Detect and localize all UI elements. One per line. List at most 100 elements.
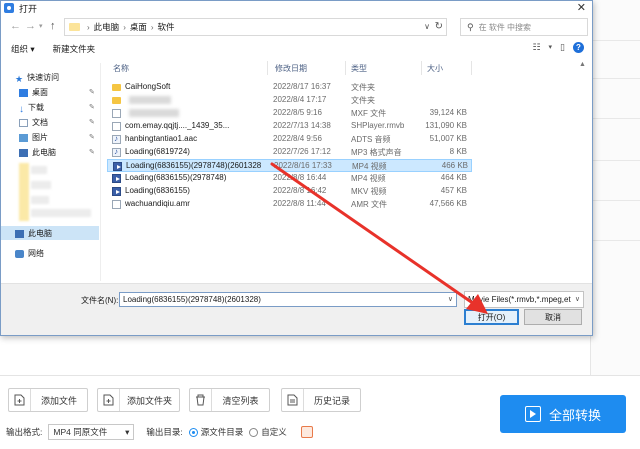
file-row[interactable]: Loading(6819724) 2022/7/26 17:12 MP3 格式声… <box>107 146 472 159</box>
search-input[interactable]: ⚲ 在 软件 中搜索 <box>460 18 588 36</box>
desktop-icon <box>19 88 28 97</box>
recent-dropdown-icon[interactable]: ▾ <box>39 22 43 30</box>
clear-list-button[interactable]: 清空列表 <box>189 388 270 412</box>
file-size: 466 KB <box>441 161 468 170</box>
file-row-selected[interactable]: Loading(6836155)(2978748)(2601328) 2022/… <box>107 159 472 172</box>
organize-menu[interactable]: 组织 ▾ <box>11 43 35 55</box>
computer-icon <box>15 229 24 238</box>
file-size: 39,124 KB <box>429 108 467 117</box>
nav-desktop[interactable]: 桌面 <box>19 86 48 99</box>
nav-pictures[interactable]: 图片 <box>19 131 48 144</box>
back-arrow-icon[interactable]: ← <box>10 20 21 32</box>
nav-downloads[interactable]: ↓ 下载 <box>19 101 44 115</box>
file-row[interactable]: 2022/8/5 9:16 MXF 文件 39,124 KB <box>107 107 472 120</box>
app-side-panel <box>590 0 640 380</box>
file-list-scrollbar[interactable]: ▲ <box>577 61 589 281</box>
column-header-name[interactable]: 名称 <box>113 63 129 74</box>
file-type: 文件夹 <box>351 96 375 105</box>
nav-documents-label: 文档 <box>32 118 48 127</box>
file-name: Loading(6836155) <box>125 186 190 195</box>
add-file-button[interactable]: 添加文件 <box>8 388 88 412</box>
output-format-value: MP4 同原文件 <box>53 427 108 437</box>
column-divider[interactable] <box>471 61 472 75</box>
file-row[interactable]: Loading(6836155)(2978748) 2022/8/8 16:44… <box>107 172 472 185</box>
breadcrumb-separator: › <box>150 22 154 32</box>
column-header-type[interactable]: 类型 <box>351 63 367 74</box>
scroll-up-icon[interactable]: ▲ <box>579 61 586 68</box>
chevron-down-icon[interactable]: ∨ <box>448 295 453 303</box>
open-button[interactable]: 打开(O) <box>464 309 519 325</box>
navigation-pane: ★ 快速访问 桌面 ✎ ↓ 下载 ✎ 文档 ✎ 图片 ✎ 此电脑 ✎ 此电脑 网… <box>1 63 101 281</box>
output-format-select[interactable]: MP4 同原文件 ▾ <box>48 424 135 440</box>
pictures-icon <box>19 133 28 142</box>
nav-quick-access-label: 快速访问 <box>27 73 60 82</box>
nav-this-pc[interactable]: 此电脑 <box>15 227 52 240</box>
preview-pane-icon[interactable]: ▯ <box>560 42 565 53</box>
chevron-down-icon: ∨ <box>572 295 580 303</box>
breadcrumb-this-pc[interactable]: 此电脑 <box>94 21 120 33</box>
nav-this-pc-label: 此电脑 <box>28 229 52 238</box>
audio-file-icon <box>112 134 121 144</box>
file-size: 457 KB <box>440 186 467 195</box>
convert-all-button[interactable]: 全部转换 <box>500 395 626 433</box>
new-folder-button[interactable]: 新建文件夹 <box>53 43 96 55</box>
refresh-icon[interactable]: ↻ <box>435 21 443 32</box>
nav-pictures-label: 图片 <box>32 133 48 142</box>
file-date: 2022/8/16 17:33 <box>274 161 332 170</box>
nav-quick-access[interactable]: ★ 快速访问 <box>15 71 59 84</box>
breadcrumb-software[interactable]: 软件 <box>158 21 175 33</box>
history-button[interactable]: 历史记录 <box>281 388 361 412</box>
cancel-button[interactable]: 取消 <box>524 309 582 325</box>
output-dir-custom-label: 自定义 <box>261 427 287 437</box>
folder-icon <box>112 97 121 104</box>
file-date: 2022/7/13 14:38 <box>273 121 331 130</box>
file-date: 2022/8/4 9:56 <box>273 134 322 143</box>
file-row[interactable]: com.emay.qqjtj...._1439_35... 2022/7/13 … <box>107 120 472 133</box>
file-date: 2022/8/5 9:16 <box>273 108 322 117</box>
column-divider[interactable] <box>421 61 422 75</box>
file-row[interactable]: 2022/8/4 17:17 文件夹 <box>107 94 472 107</box>
breadcrumb-desktop[interactable]: 桌面 <box>130 21 147 33</box>
filename-input[interactable]: Loading(6836155)(2978748)(2601328) ∨ <box>119 292 457 307</box>
open-file-dialog: 打开 ✕ ← → ▾ ↑ › 此电脑 › 桌面 › 软件 ∨ ↻ ⚲ 在 软件 … <box>0 0 593 336</box>
output-settings: 输出格式: MP4 同原文件 ▾ 输出目录: 源文件目录 自定义 <box>6 424 313 440</box>
file-type: MP3 格式声音 <box>351 148 402 157</box>
trash-icon <box>190 389 212 411</box>
chevron-down-icon[interactable]: ▾ <box>549 43 553 53</box>
blurred-label <box>31 166 47 174</box>
output-dir-label: 输出目录: <box>146 427 183 437</box>
nav-network[interactable]: 网络 <box>15 247 44 260</box>
close-icon[interactable]: ✕ <box>577 1 586 14</box>
file-size: 8 KB <box>449 147 467 156</box>
help-icon[interactable]: ? <box>573 42 584 53</box>
view-options-icon[interactable]: ☷ <box>532 42 540 53</box>
output-dir-source-option[interactable]: 源文件目录 <box>188 426 243 438</box>
chevron-down-icon[interactable]: ∨ <box>424 22 430 31</box>
pin-icon: ✎ <box>89 149 95 156</box>
file-type: 文件夹 <box>351 83 375 92</box>
nav-this-pc-quick-label: 此电脑 <box>32 148 56 157</box>
file-list: 名称 修改日期 类型 大小 CaiHongSoft 2022/8/17 16:3… <box>105 59 590 281</box>
documents-icon <box>19 118 28 127</box>
up-arrow-icon[interactable]: ↑ <box>50 20 56 32</box>
column-divider[interactable] <box>267 61 268 75</box>
file-row[interactable]: wachuandiqiu.amr 2022/8/8 11:44 AMR 文件 4… <box>107 198 472 211</box>
file-row[interactable]: hanbingtantiao1.aac 2022/8/4 9:56 ADTS 音… <box>107 133 472 146</box>
forward-arrow-icon[interactable]: → <box>25 20 36 32</box>
column-header-size[interactable]: 大小 <box>427 63 443 74</box>
column-header-date[interactable]: 修改日期 <box>275 63 307 74</box>
file-name: Loading(6836155)(2978748) <box>125 173 227 182</box>
nav-documents[interactable]: 文档 <box>19 116 48 129</box>
search-icon: ⚲ <box>467 21 474 32</box>
open-folder-icon[interactable] <box>300 426 313 438</box>
file-row[interactable]: Loading(6836155) 2022/8/8 16:42 MKV 视频 4… <box>107 185 472 198</box>
address-bar[interactable]: › 此电脑 › 桌面 › 软件 ∨ ↻ <box>64 18 447 36</box>
output-dir-custom-option[interactable]: 自定义 <box>249 426 287 438</box>
column-divider[interactable] <box>345 61 346 75</box>
nav-this-pc-quick[interactable]: 此电脑 <box>19 146 56 159</box>
filetype-select[interactable]: Movie Files(*.rmvb,*.mpeg,et ∨ <box>464 291 584 308</box>
file-row[interactable]: CaiHongSoft 2022/8/17 16:37 文件夹 <box>107 81 472 94</box>
add-folder-button[interactable]: 添加文件夹 <box>97 388 180 412</box>
file-date: 2022/8/8 11:44 <box>273 199 326 208</box>
file-type: MKV 视频 <box>351 187 387 196</box>
